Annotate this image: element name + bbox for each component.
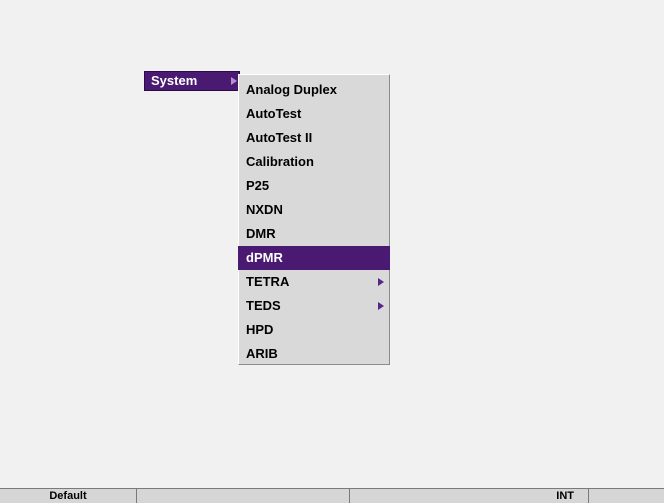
menu-item-label: Analog Duplex <box>246 82 338 97</box>
status-cell-reference: INT <box>350 489 589 503</box>
menu-item-label: P25 <box>246 178 270 193</box>
system-menu-button[interactable]: System <box>144 71 240 91</box>
menu-item-autotest[interactable]: AutoTest <box>239 102 389 126</box>
menu-item-arib[interactable]: ARIB <box>239 342 389 366</box>
menu-item-label: TEDS <box>246 298 281 313</box>
menu-item-label: DMR <box>246 226 276 241</box>
menu-item-dmr[interactable]: DMR <box>239 222 389 246</box>
menu-item-hpd[interactable]: HPD <box>239 318 389 342</box>
status-bar: Default INT <box>0 488 664 503</box>
menu-item-label: TETRA <box>246 274 290 289</box>
menu-item-teds[interactable]: TEDS <box>239 294 389 318</box>
submenu-arrow-icon <box>378 302 384 310</box>
system-menu-label: System <box>151 73 198 88</box>
submenu-arrow-icon <box>231 77 237 85</box>
menu-item-label: dPMR <box>246 250 283 265</box>
menu-item-autotest-ii[interactable]: AutoTest II <box>239 126 389 150</box>
menu-item-calibration[interactable]: Calibration <box>239 150 389 174</box>
menu-item-tetra[interactable]: TETRA <box>239 270 389 294</box>
menu-item-label: AutoTest II <box>246 130 313 145</box>
menu-item-dpmr[interactable]: dPMR <box>238 246 390 270</box>
menu-item-label: HPD <box>246 322 274 337</box>
menu-item-label: ARIB <box>246 346 278 361</box>
status-cell-middle <box>137 489 350 503</box>
menu-item-label: NXDN <box>246 202 283 217</box>
menu-item-analog-duplex[interactable]: Analog Duplex <box>239 78 389 102</box>
menu-item-label: Calibration <box>246 154 314 169</box>
status-cell-profile: Default <box>0 489 137 503</box>
menu-item-label: AutoTest <box>246 106 302 121</box>
menu-item-nxdn[interactable]: NXDN <box>239 198 389 222</box>
system-dropdown-menu: Analog Duplex AutoTest AutoTest II Calib… <box>238 74 390 365</box>
menu-item-p25[interactable]: P25 <box>239 174 389 198</box>
submenu-arrow-icon <box>378 278 384 286</box>
